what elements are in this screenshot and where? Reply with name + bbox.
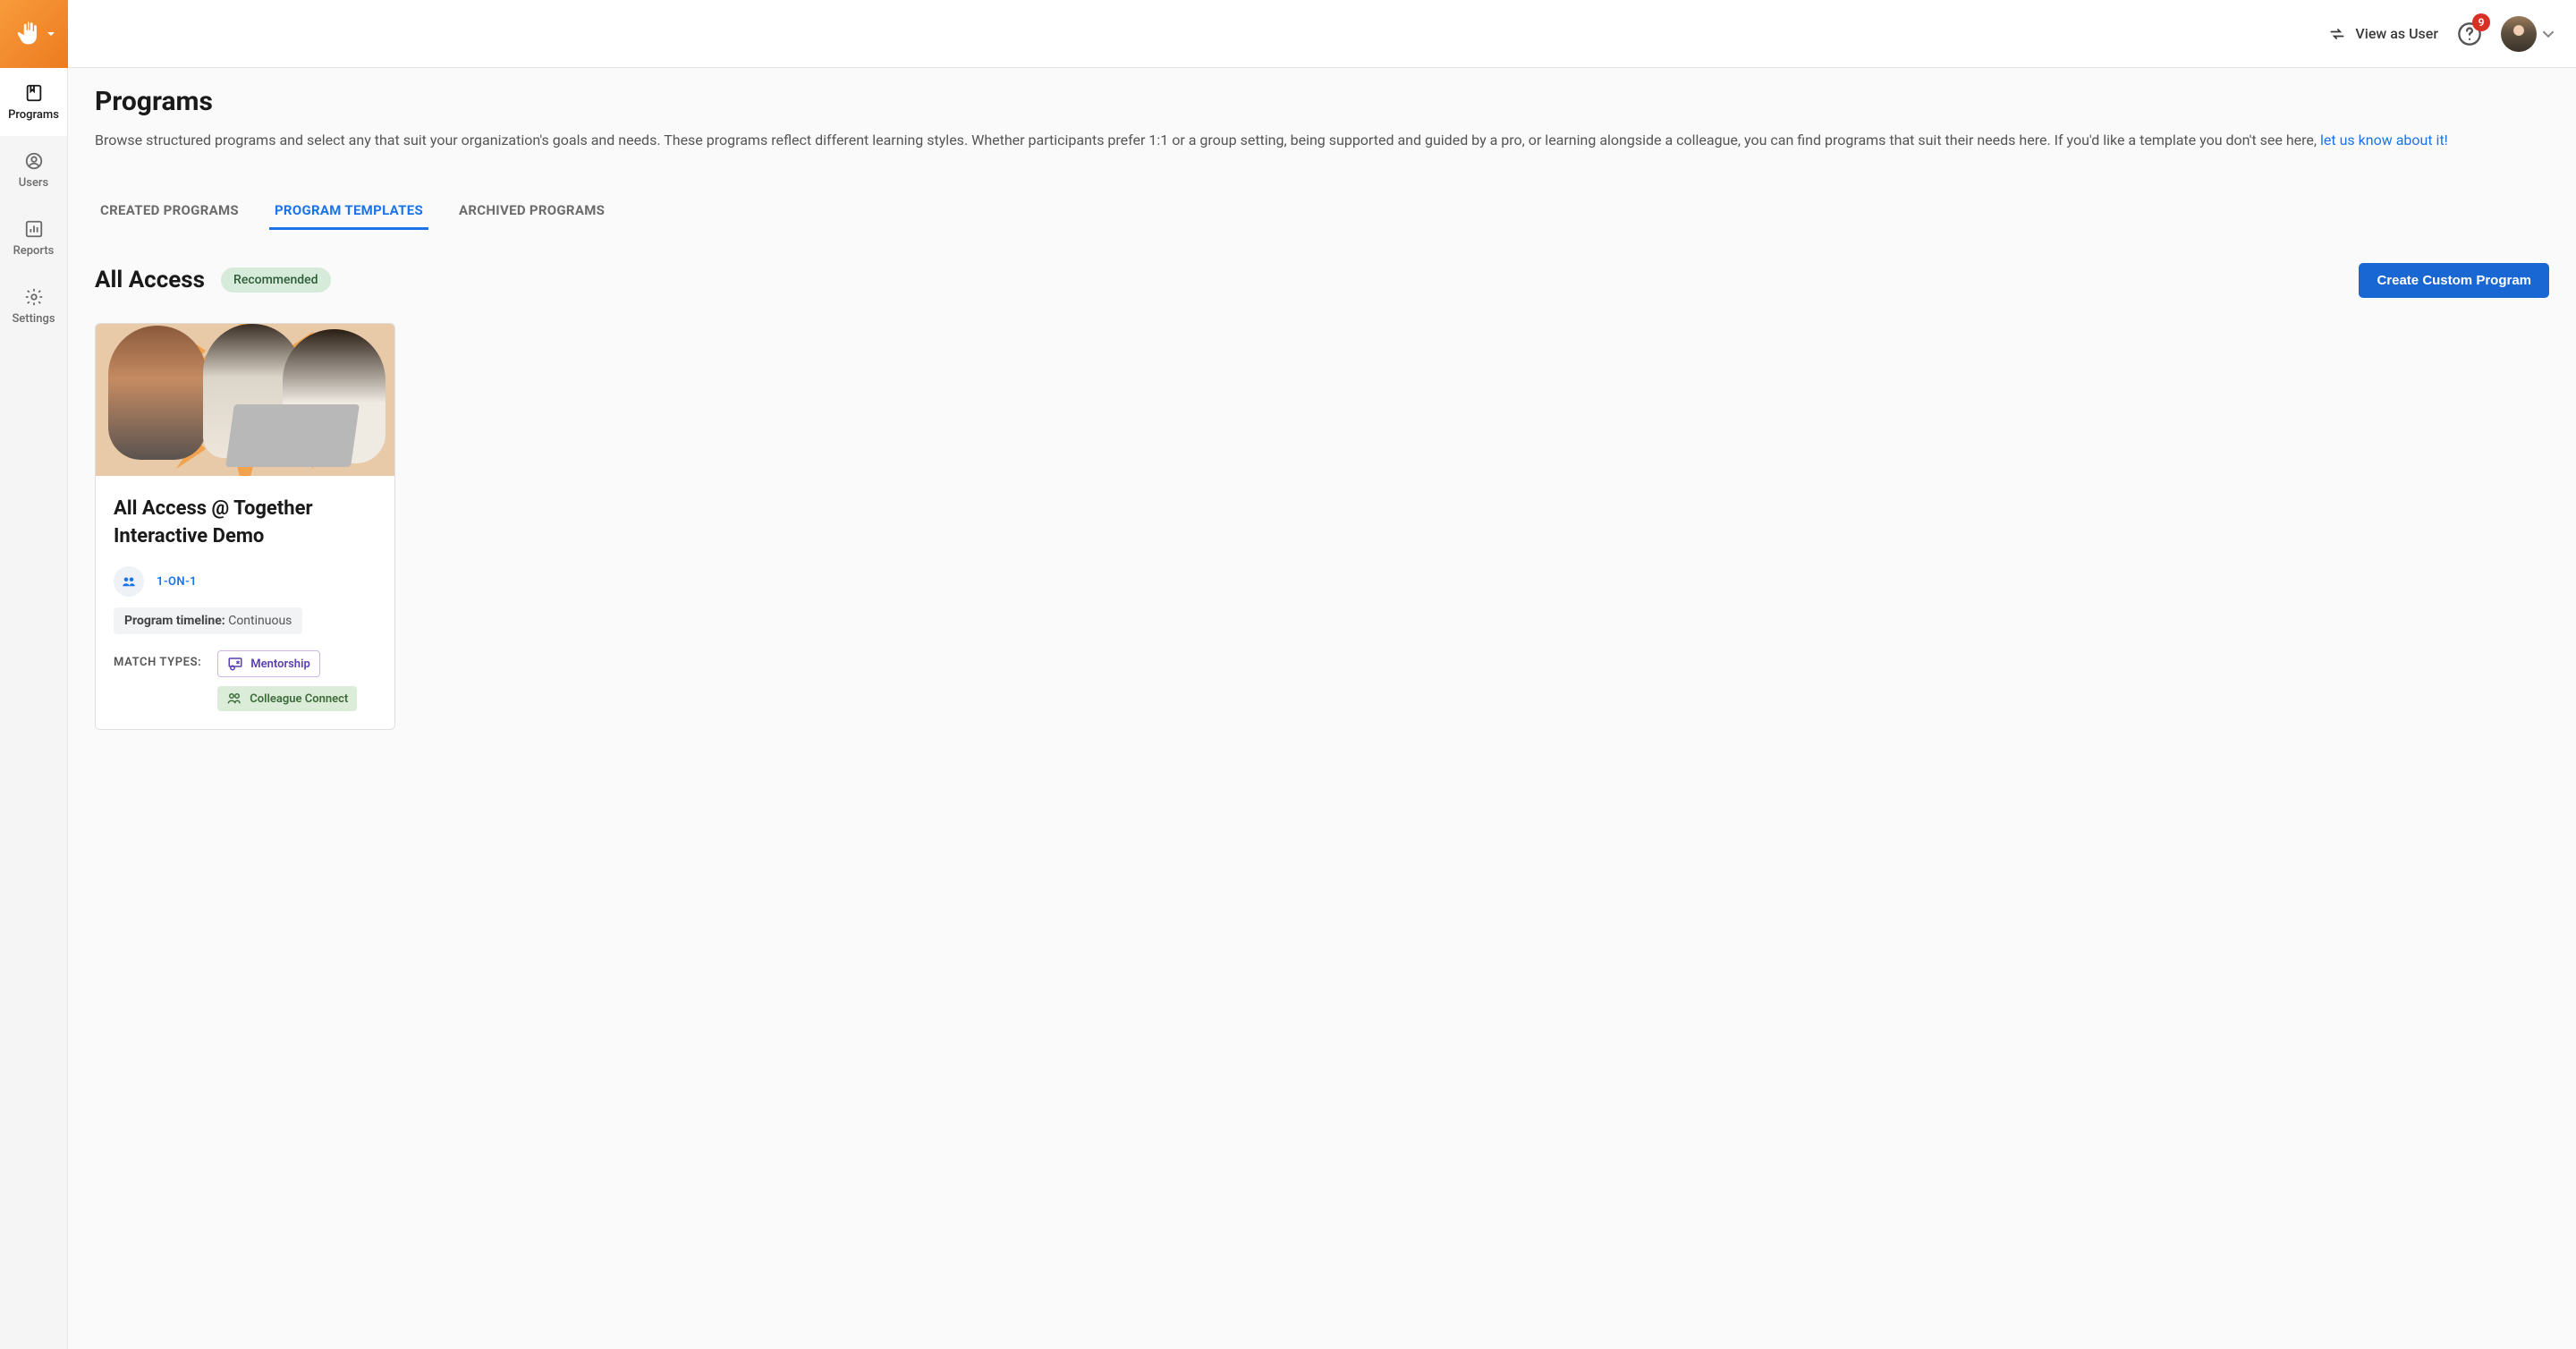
match-type-mentorship: Mentorship	[217, 650, 320, 677]
card-body: All Access @ Together Interactive Demo 1…	[96, 476, 394, 730]
match-types-row: MATCH TYPES: Mentorship Colleague Connec…	[114, 650, 377, 711]
swap-icon	[2328, 25, 2346, 43]
section-title: All Access	[95, 267, 205, 293]
let-us-know-link[interactable]: let us know about it!	[2320, 132, 2448, 148]
user-icon	[24, 151, 44, 171]
match-type-colleague: Colleague Connect	[217, 686, 357, 711]
org-logo-menu[interactable]	[0, 0, 68, 68]
sidebar-item-reports[interactable]: Reports	[0, 204, 67, 272]
main: View as User 9 Programs Browse structure…	[68, 0, 2576, 1349]
view-as-label: View as User	[2355, 25, 2438, 42]
notification-badge: 9	[2472, 13, 2490, 31]
tab-created-programs[interactable]: CREATED PROGRAMS	[95, 193, 244, 230]
tab-archived-programs[interactable]: ARCHIVED PROGRAMS	[453, 193, 610, 230]
section-header: All Access Recommended Create Custom Pro…	[95, 263, 2549, 298]
sidebar-item-label: Settings	[12, 312, 55, 326]
sidebar-item-settings[interactable]: Settings	[0, 272, 67, 340]
card-title: All Access @ Together Interactive Demo	[114, 496, 377, 551]
hand-icon	[13, 19, 43, 49]
sidebar-item-label: Programs	[8, 108, 59, 122]
topbar: View as User 9	[68, 0, 2576, 68]
sidebar-item-programs[interactable]: Programs	[0, 68, 67, 136]
sidebar-item-users[interactable]: Users	[0, 136, 67, 204]
chart-icon	[24, 219, 44, 239]
view-as-user-button[interactable]: View as User	[2328, 25, 2438, 43]
sidebar: Programs Users Reports Settings	[0, 0, 68, 1349]
format-icon-wrap	[114, 566, 144, 597]
sidebar-item-label: Reports	[13, 244, 55, 258]
card-image	[96, 324, 394, 476]
chevron-down-icon	[2542, 28, 2555, 40]
tab-program-templates[interactable]: PROGRAM TEMPLATES	[269, 193, 428, 230]
page-description: Browse structured programs and select an…	[95, 130, 2549, 152]
chevron-down-icon	[47, 30, 55, 38]
gear-icon	[24, 287, 44, 307]
match-types-label: MATCH TYPES:	[114, 650, 201, 669]
sidebar-item-label: Users	[19, 176, 48, 190]
content: Programs Browse structured programs and …	[68, 68, 2576, 1349]
presentation-icon	[227, 656, 243, 672]
format-label: 1-ON-1	[157, 575, 197, 589]
recommended-badge: Recommended	[221, 267, 331, 293]
create-custom-program-button[interactable]: Create Custom Program	[2359, 263, 2549, 298]
profile-menu[interactable]	[2501, 16, 2555, 52]
tabs: CREATED PROGRAMS PROGRAM TEMPLATES ARCHI…	[95, 193, 2549, 231]
timeline-pill: Program timeline: Continuous	[114, 607, 302, 634]
page-title: Programs	[95, 86, 2549, 117]
people-icon	[226, 691, 242, 707]
program-template-card[interactable]: All Access @ Together Interactive Demo 1…	[95, 323, 395, 731]
bookmark-icon	[24, 83, 44, 103]
timeline-label: Program timeline:	[124, 614, 225, 628]
avatar	[2501, 16, 2537, 52]
page-description-text: Browse structured programs and select an…	[95, 132, 2320, 148]
help-button[interactable]: 9	[2454, 19, 2485, 49]
match-type-colleague-label: Colleague Connect	[250, 692, 348, 706]
people-icon	[121, 573, 137, 590]
match-type-mentorship-label: Mentorship	[250, 658, 310, 671]
timeline-value: Continuous	[225, 614, 292, 628]
